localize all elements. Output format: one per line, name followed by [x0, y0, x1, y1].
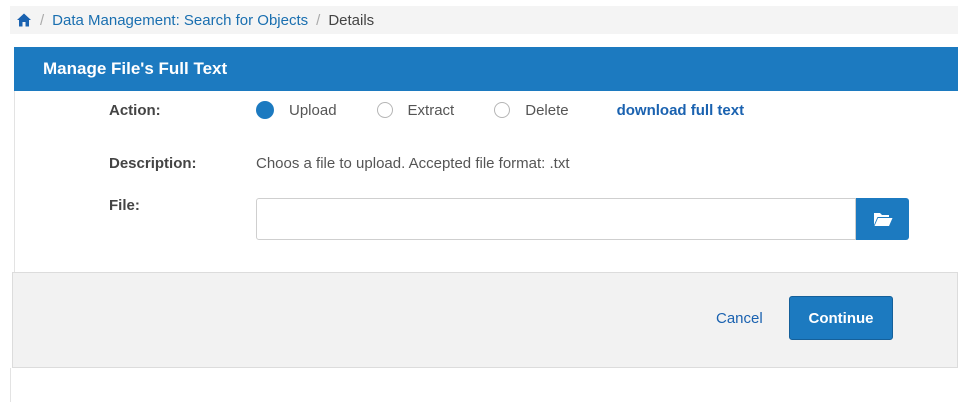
description-row: Description: Choos a file to upload. Acc…	[109, 155, 570, 172]
action-row: Action: Upload Extract Delete download f…	[109, 101, 744, 119]
download-full-text-link[interactable]: download full text	[617, 102, 745, 119]
breadcrumb-separator: /	[316, 11, 321, 29]
radio-extract[interactable]: Extract	[376, 102, 455, 119]
action-label: Action:	[109, 101, 161, 119]
radio-delete-label[interactable]: Delete	[525, 102, 568, 119]
panel-body: Action: Upload Extract Delete download f…	[14, 91, 958, 272]
cancel-button[interactable]: Cancel	[716, 310, 763, 327]
breadcrumb-separator: /	[40, 11, 45, 29]
folder-open-icon	[873, 211, 893, 227]
panel-header: Manage File's Full Text	[14, 47, 958, 91]
description-label: Description:	[109, 155, 197, 172]
breadcrumb-current: Details	[328, 11, 375, 29]
panel-title: Manage File's Full Text	[43, 59, 228, 78]
continue-button[interactable]: Continue	[789, 296, 893, 340]
description-text: Choos a file to upload. Accepted file fo…	[256, 155, 570, 172]
radio-upload[interactable]: Upload	[256, 101, 337, 119]
browse-file-button[interactable]	[856, 198, 909, 240]
file-label: File:	[109, 197, 140, 214]
radio-delete[interactable]: Delete	[494, 102, 569, 119]
breadcrumb: / Data Management: Search for Objects / …	[10, 6, 958, 34]
divider	[10, 368, 11, 402]
radio-upload-indicator[interactable]	[256, 101, 274, 119]
breadcrumb-link-search[interactable]: Data Management: Search for Objects	[52, 12, 308, 29]
home-icon[interactable]	[16, 12, 32, 28]
radio-extract-label[interactable]: Extract	[408, 102, 455, 119]
file-input[interactable]	[256, 198, 856, 240]
radio-delete-indicator[interactable]	[494, 102, 511, 118]
radio-extract-indicator[interactable]	[376, 102, 393, 118]
file-row: File:	[109, 197, 256, 214]
radio-upload-label[interactable]: Upload	[289, 102, 337, 119]
